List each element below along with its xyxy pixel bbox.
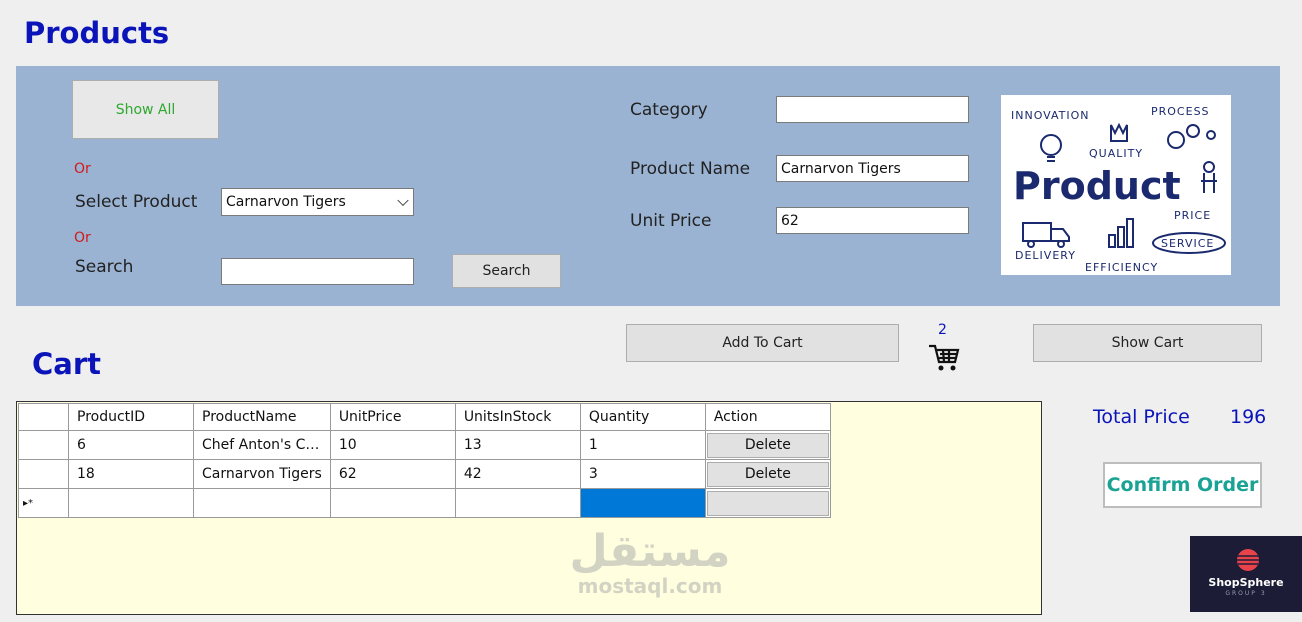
cell-unit-price[interactable] (329, 488, 456, 518)
show-all-button[interactable]: Show All (72, 80, 219, 139)
new-row[interactable]: ▸* (18, 488, 831, 518)
cell-units-in-stock[interactable]: 42 (454, 459, 581, 489)
delete-button[interactable]: Delete (706, 432, 829, 458)
row-header[interactable] (18, 430, 69, 460)
table-row[interactable]: 6 Chef Anton's Ca... 10 13 1 Delete (18, 430, 831, 460)
select-product-label: Select Product (75, 192, 198, 212)
column-header[interactable]: ProductName (193, 403, 331, 431)
delete-button[interactable]: Delete (706, 461, 829, 487)
column-header[interactable]: Action (704, 403, 831, 431)
delete-button-empty[interactable] (706, 490, 829, 516)
select-product-dropdown[interactable]: Carnarvon Tigers (221, 188, 414, 216)
column-header[interactable]: UnitsInStock (454, 403, 581, 431)
or-label: Or (74, 230, 91, 246)
watermark-latin: mostaql.com (577, 574, 723, 598)
watermark: مستقل mostaql.com (565, 526, 735, 599)
image-word: Product (1013, 164, 1181, 208)
image-word: QUALITY (1089, 147, 1143, 160)
cell-product-name[interactable]: Carnarvon Tigers (193, 459, 331, 489)
product-name-field[interactable]: Carnarvon Tigers (776, 155, 969, 182)
chevron-down-icon (397, 194, 409, 207)
table-header-row: ProductID ProductName UnitPrice UnitsInS… (18, 403, 831, 431)
cell-units-in-stock[interactable]: 13 (454, 430, 581, 460)
total-price-label: Total Price (1093, 406, 1190, 428)
brand-subtitle: GROUP 3 (1225, 590, 1267, 597)
column-header[interactable]: UnitPrice (329, 403, 456, 431)
image-word: DELIVERY (1015, 249, 1076, 262)
cell-product-id[interactable] (68, 488, 194, 518)
column-header[interactable]: Quantity (579, 403, 706, 431)
image-word: SERVICE (1161, 237, 1214, 250)
cell-unit-price[interactable]: 10 (329, 430, 456, 460)
cell-action: Delete (704, 430, 831, 460)
total-price-value: 196 (1230, 406, 1267, 428)
cell-units-in-stock[interactable] (454, 488, 581, 518)
image-word: PROCESS (1151, 105, 1210, 118)
confirm-order-button[interactable]: Confirm Order (1103, 462, 1262, 508)
brand-name: ShopSphere (1208, 576, 1284, 589)
cart-count-badge: 2 (938, 322, 947, 338)
products-title: Products (24, 16, 170, 50)
watermark-arabic: مستقل (569, 526, 731, 577)
cell-quantity[interactable]: 1 (579, 430, 706, 460)
or-label: Or (74, 161, 91, 177)
add-to-cart-button[interactable]: Add To Cart (626, 324, 899, 362)
shopsphere-logo: ShopSphere GROUP 3 (1190, 536, 1302, 612)
cart-title: Cart (32, 347, 102, 381)
cell-action: Delete (704, 459, 831, 489)
image-word: PRICE (1174, 209, 1211, 222)
cell-unit-price[interactable]: 62 (329, 459, 456, 489)
cart-table: ProductID ProductName UnitPrice UnitsInS… (18, 403, 831, 518)
cart-icon[interactable] (927, 342, 961, 374)
show-cart-button[interactable]: Show Cart (1033, 324, 1262, 362)
cart-grid: ProductID ProductName UnitPrice UnitsInS… (16, 401, 1042, 615)
product-concept-image: INNOVATION PROCESS QUALITY Product PRICE… (1001, 95, 1231, 275)
search-input[interactable] (221, 258, 414, 285)
cell-product-id[interactable]: 6 (68, 430, 194, 460)
search-button[interactable]: Search (452, 254, 561, 288)
new-row-marker: ▸* (18, 488, 69, 518)
row-header[interactable] (18, 459, 69, 489)
globe-icon (1237, 549, 1259, 571)
cell-product-name[interactable] (193, 488, 331, 518)
category-field[interactable] (776, 96, 969, 123)
cell-quantity-selected[interactable] (579, 488, 706, 518)
cell-action (704, 488, 831, 518)
image-word: EFFICIENCY (1085, 261, 1158, 274)
select-product-value: Carnarvon Tigers (226, 194, 346, 210)
cell-quantity[interactable]: 3 (579, 459, 706, 489)
row-header-corner (18, 403, 69, 431)
cell-product-name[interactable]: Chef Anton's Ca... (193, 430, 331, 460)
unit-price-label: Unit Price (630, 211, 712, 231)
image-word: INNOVATION (1011, 109, 1090, 122)
product-name-label: Product Name (630, 159, 751, 179)
table-row[interactable]: 18 Carnarvon Tigers 62 42 3 Delete (18, 459, 831, 489)
category-label: Category (630, 100, 708, 120)
cell-product-id[interactable]: 18 (68, 459, 194, 489)
unit-price-field[interactable]: 62 (776, 207, 969, 234)
search-label: Search (75, 257, 134, 277)
column-header[interactable]: ProductID (68, 403, 194, 431)
